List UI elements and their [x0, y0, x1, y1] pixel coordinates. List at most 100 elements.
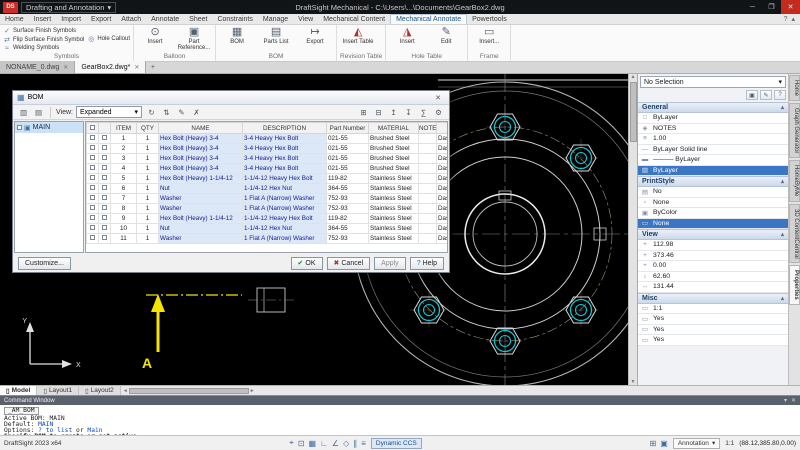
edit-properties-icon[interactable]: ✎ — [760, 90, 772, 100]
close-button[interactable]: ✕ — [781, 0, 800, 14]
cell-name[interactable]: Hex Bolt (Heavy) 3-4 — [159, 164, 243, 174]
close-tab-icon[interactable]: ✕ — [63, 64, 68, 71]
property-row-printcolor-icon[interactable]: ▣ByColor — [638, 208, 788, 219]
ribbon-item-edit[interactable]: ✎Edit — [428, 26, 464, 52]
workspace-dropdown[interactable]: Drafting and Annotation ▾ — [21, 2, 116, 13]
property-row-layer-icon[interactable]: ◈NOTES — [638, 124, 788, 135]
table-row[interactable]: 51Hex Bolt (Heavy) 1-1/4-121-1/4-12 Heav… — [87, 174, 449, 184]
horizontal-scrollbar[interactable]: ◄ ► — [121, 386, 800, 395]
cell-description[interactable]: 3-4 Heavy Hex Bolt — [243, 164, 327, 174]
refresh-icon[interactable]: ↻ — [145, 106, 158, 118]
table-row[interactable]: 71Washer1 Flat A (Narrow) Washer752-93St… — [87, 194, 449, 204]
ribbon-item-insert-table[interactable]: ◭Insert Table — [340, 26, 376, 52]
property-row-ucs-icon-on-icon[interactable]: ▭Yes — [638, 325, 788, 336]
ribbon-tab-mechanical-content[interactable]: Mechanical Content — [318, 14, 390, 24]
maximize-button[interactable]: ❐ — [762, 0, 781, 14]
scroll-right-icon[interactable]: ► — [250, 388, 255, 394]
scroll-left-icon[interactable]: ◄ — [123, 388, 128, 394]
checkbox-icon[interactable] — [90, 175, 95, 180]
property-row-linestyle-icon[interactable]: —ByLayer Solid line — [638, 145, 788, 156]
ribbon-item-part-reference[interactable]: ▣Part Reference... — [176, 26, 212, 52]
ribbon-item-parts-list[interactable]: ▤Parts List — [258, 26, 294, 52]
esnap-icon[interactable]: ◇ — [343, 439, 349, 448]
properties-section-printstyle[interactable]: PrintStyle▴ — [638, 176, 788, 187]
snap-icon[interactable]: ⊡ — [298, 439, 305, 448]
workspace-grid-icon[interactable]: ▣ — [660, 439, 668, 448]
cell-name[interactable]: Hex Bolt (Heavy) 3-4 — [159, 134, 243, 144]
table-row[interactable]: 101Nut1-1/4-12 Hex Nut364-55Stainless St… — [87, 224, 449, 234]
cell-description[interactable]: 3-4 Heavy Hex Bolt — [243, 134, 327, 144]
ribbon-item-welding-symbols[interactable]: ≈Welding Symbols — [3, 45, 84, 52]
ribbon-tab-manage[interactable]: Manage — [258, 14, 293, 24]
sheet-tab-layout2[interactable]: ▯Layout2 — [79, 386, 121, 395]
ribbon-help-icon[interactable]: ? — [784, 16, 788, 23]
drawing-area[interactable]: A X Y ▦ BOM ✕ — [0, 74, 628, 385]
ok-button[interactable]: ✔OK — [291, 257, 323, 270]
ribbon-item-insert[interactable]: ◮Insert — [389, 26, 425, 52]
bom-dialog-titlebar[interactable]: ▦ BOM ✕ — [13, 91, 449, 105]
cell-name[interactable]: Washer — [159, 194, 243, 204]
move-up-icon[interactable]: ↥ — [387, 106, 400, 118]
view-mode-dropdown[interactable]: Expanded ▾ — [76, 106, 142, 118]
scroll-up-icon[interactable]: ▲ — [631, 74, 636, 80]
cell-description[interactable]: 1-1/4-12 Heavy Hex Bolt — [243, 214, 327, 224]
column-header-description[interactable]: DESCRIPTION — [243, 123, 327, 134]
property-row-lineweight-icon[interactable]: ▬——— ByLayer — [638, 155, 788, 166]
palette-tab-home[interactable]: Home — [789, 75, 800, 101]
dynamic-ccs-button[interactable]: Dynamic CCS — [371, 438, 422, 449]
cancel-button[interactable]: ✖Cancel — [327, 257, 371, 270]
property-row-transparency-icon[interactable]: ▨ByLayer — [638, 166, 788, 177]
dock-icon[interactable]: ▾ — [784, 397, 787, 404]
checkbox-icon[interactable] — [90, 135, 95, 140]
property-row-view-height-icon[interactable]: ↕62.60 — [638, 272, 788, 283]
ribbon-item-insert[interactable]: ⊙Insert — [137, 26, 173, 52]
cell-name[interactable]: Hex Bolt (Heavy) 3-4 — [159, 144, 243, 154]
select-all-header[interactable] — [87, 123, 99, 134]
cell-description[interactable]: 1 Flat A (Narrow) Washer — [243, 234, 327, 244]
column-header-qty[interactable]: QTY — [137, 123, 159, 134]
cell-name[interactable]: Hex Bolt (Heavy) 1-1/4-12 — [159, 174, 243, 184]
table-row[interactable]: 61Nut1-1/4-12 Hex Nut364-55Stainless Ste… — [87, 184, 449, 194]
ribbon-tab-annotate[interactable]: Annotate — [146, 14, 184, 24]
property-row-color-swatch-icon[interactable]: □ByLayer — [638, 113, 788, 124]
collapse-icon[interactable]: ▴ — [781, 295, 784, 302]
edit-row-icon[interactable]: ✎ — [175, 106, 188, 118]
checkbox-icon[interactable] — [17, 125, 22, 130]
column-header-name[interactable]: NAME — [159, 123, 243, 134]
table-row[interactable]: 111Washer1 Flat A (Narrow) Washer752-93S… — [87, 234, 449, 244]
ribbon-tab-powertools[interactable]: Powertools — [467, 14, 512, 24]
list-view-icon[interactable]: ▤ — [32, 106, 45, 118]
etrack-icon[interactable]: ∥ — [353, 439, 357, 448]
viewport-icon[interactable]: ⊞ — [650, 439, 657, 448]
ribbon-tab-mechanical-annotate[interactable]: Mechanical Annotate — [390, 14, 467, 24]
cell-name[interactable]: Nut — [159, 184, 243, 194]
tree-view-icon[interactable]: ▥ — [17, 106, 30, 118]
sum-icon[interactable]: ∑ — [417, 106, 430, 118]
document-tab-gearbox2-dwg[interactable]: GearBox2.dwg*✕ — [75, 61, 146, 73]
move-down-icon[interactable]: ↧ — [402, 106, 415, 118]
properties-section-view[interactable]: View▴ — [638, 229, 788, 240]
add-row-icon[interactable]: ⊞ — [357, 106, 370, 118]
property-row-center-z-icon[interactable]: +0.00 — [638, 261, 788, 272]
column-header-note[interactable]: NOTE — [419, 123, 437, 134]
palette-tab-properties[interactable]: Properties — [789, 265, 800, 305]
palette-tab-3d-contentcentral[interactable]: 3D ContentCentral — [789, 204, 800, 264]
hscroll-thumb[interactable] — [129, 388, 249, 394]
scale-indicator[interactable]: 1:1 — [725, 440, 734, 447]
cell-name[interactable]: Hex Bolt (Heavy) 3-4 — [159, 154, 243, 164]
command-window-titlebar[interactable]: Command Window ▾ ✕ — [0, 396, 800, 405]
ribbon-tab-home[interactable]: Home — [0, 14, 29, 24]
settings-icon[interactable]: ⚙ — [432, 106, 445, 118]
column-header-extra[interactable] — [437, 123, 449, 134]
ribbon-item-surface-finish-symbols[interactable]: ✓Surface Finish Symbols — [3, 27, 84, 35]
cell-description[interactable]: 1-1/4-12 Hex Nut — [243, 184, 327, 194]
minimize-button[interactable]: ─ — [743, 0, 762, 14]
cell-description[interactable]: 3-4 Heavy Hex Bolt — [243, 154, 327, 164]
checkbox-icon[interactable] — [90, 225, 95, 230]
bom-close-icon[interactable]: ✕ — [431, 94, 445, 102]
properties-section-general[interactable]: General▴ — [638, 102, 788, 113]
cell-name[interactable]: Washer — [159, 204, 243, 214]
ribbon-tab-import[interactable]: Import — [56, 14, 86, 24]
checkbox-icon[interactable] — [90, 185, 95, 190]
table-row[interactable]: 91Hex Bolt (Heavy) 1-1/4-121-1/4-12 Heav… — [87, 214, 449, 224]
